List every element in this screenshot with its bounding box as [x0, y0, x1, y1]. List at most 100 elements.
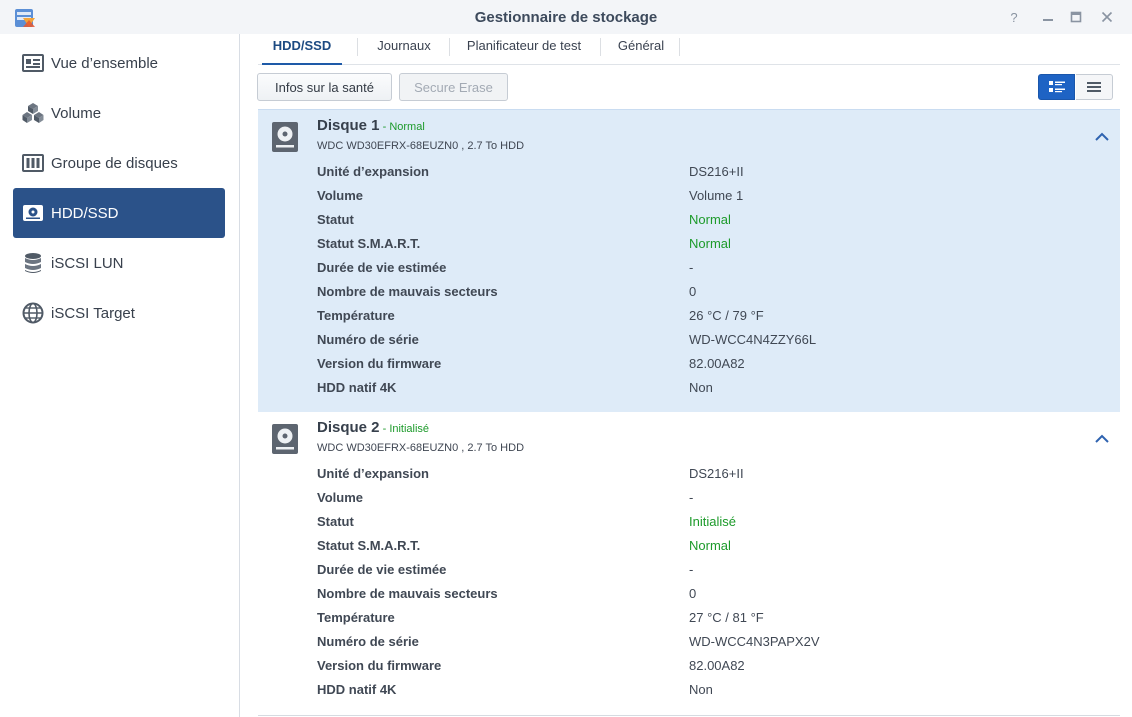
tab-separator	[357, 38, 358, 56]
tab-separator	[449, 38, 450, 56]
overview-icon	[21, 51, 45, 75]
sidebar-item-label: Vue d’ensemble	[51, 54, 159, 72]
maximize-icon[interactable]	[1068, 9, 1084, 25]
hard-disk-icon	[272, 122, 298, 152]
detail-row: Numéro de série WD-WCC4N3PAPX2V	[258, 630, 1120, 654]
detail-row: Numéro de série WD-WCC4N4ZZY66L	[258, 328, 1120, 352]
detail-value: Normal	[689, 236, 731, 251]
detail-value: -	[689, 562, 694, 577]
detail-list-icon	[1048, 81, 1065, 93]
detail-value: 0	[689, 284, 697, 299]
health-info-button[interactable]: Infos sur la santé	[257, 73, 392, 101]
detail-key: Numéro de série	[317, 332, 419, 347]
minimize-icon[interactable]	[1040, 9, 1056, 25]
detail-row: Version du firmware 82.00A82	[258, 654, 1120, 678]
secure-erase-button[interactable]: Secure Erase	[399, 73, 508, 101]
title-bar: Gestionnaire de stockage ?	[0, 0, 1132, 34]
disk-status: Normal	[389, 121, 425, 133]
hard-disk-icon	[272, 424, 298, 454]
disk-panel-1[interactable]: Disque 1 - Normal WDC WD30EFRX-68EUZN0 ,…	[258, 109, 1120, 412]
database-icon	[21, 251, 45, 275]
disk-status: Initialisé	[389, 423, 430, 435]
detail-value: Volume 1	[689, 188, 744, 203]
tab-separator	[679, 38, 680, 56]
detail-row: Version du firmware 82.00A82	[258, 352, 1120, 376]
detail-row: Statut Normal	[258, 208, 1120, 232]
disk-model: WDC WD30EFRX-68EUZN0 , 2.7 To HDD	[317, 442, 525, 454]
detail-row: Nombre de mauvais secteurs 0	[258, 280, 1120, 304]
detail-row: Unité d’expansion DS216+II	[258, 462, 1120, 486]
detail-key: Statut S.M.A.R.T.	[317, 538, 421, 553]
detail-value: DS216+II	[689, 164, 744, 179]
detail-value: -	[689, 260, 694, 275]
detail-value: Initialisé	[689, 514, 736, 529]
detail-value: WD-WCC4N4ZZY66L	[689, 332, 817, 347]
disk-status-separator: -	[379, 423, 390, 435]
tab-test-scheduler[interactable]: Planificateur de test	[456, 34, 592, 65]
collapse-chevron-up-icon[interactable]	[1094, 131, 1110, 143]
detail-value: DS216+II	[689, 466, 744, 481]
list-icon	[1087, 82, 1101, 92]
sidebar-item-iscsi-lun[interactable]: iSCSI LUN	[13, 238, 225, 288]
sidebar-item-disk-group[interactable]: Groupe de disques	[13, 138, 225, 188]
panel-divider	[258, 715, 1120, 716]
detail-row: Nombre de mauvais secteurs 0	[258, 582, 1120, 606]
close-icon[interactable]	[1099, 9, 1115, 25]
detail-value: 82.00A82	[689, 658, 745, 673]
tab-hdd-ssd[interactable]: HDD/SSD	[262, 34, 342, 65]
detail-value: 26 °C / 79 °F	[689, 308, 764, 323]
detail-row: Volume -	[258, 486, 1120, 510]
hdd-icon	[21, 201, 45, 225]
sidebar-item-volume[interactable]: Volume	[13, 88, 225, 138]
detail-key: Volume	[317, 490, 363, 505]
detail-value: 82.00A82	[689, 356, 745, 371]
detail-row: Statut S.M.A.R.T. Normal	[258, 232, 1120, 256]
sidebar-item-label: Volume	[51, 104, 102, 122]
disk-title: Disque 2 - Initialisé	[317, 419, 429, 436]
list-view-button[interactable]	[1076, 74, 1113, 100]
disk-model: WDC WD30EFRX-68EUZN0 , 2.7 To HDD	[317, 140, 525, 152]
detail-value: Normal	[689, 212, 731, 227]
sidebar-item-iscsi-target[interactable]: iSCSI Target	[13, 288, 225, 338]
detail-row: Durée de vie estimée -	[258, 256, 1120, 280]
sidebar-item-hdd-ssd[interactable]: HDD/SSD	[13, 188, 225, 238]
detail-value: -	[689, 490, 694, 505]
sidebar-item-label: HDD/SSD	[51, 204, 119, 222]
tab-general[interactable]: Général	[609, 34, 673, 65]
detail-key: Numéro de série	[317, 634, 419, 649]
detail-value: WD-WCC4N3PAPX2V	[689, 634, 820, 649]
collapse-chevron-up-icon[interactable]	[1094, 433, 1110, 445]
disk-panel-2[interactable]: Disque 2 - Initialisé WDC WD30EFRX-68EUZ…	[258, 412, 1120, 715]
sidebar-item-label: Groupe de disques	[51, 154, 178, 172]
globe-icon	[21, 301, 45, 325]
disk-group-icon	[21, 151, 45, 175]
volume-cubes-icon	[21, 101, 45, 125]
detail-row: Statut Initialisé	[258, 510, 1120, 534]
detail-row: Durée de vie estimée -	[258, 558, 1120, 582]
sidebar-item-overview[interactable]: Vue d’ensemble	[13, 38, 225, 88]
detail-value: Non	[689, 380, 713, 395]
detail-row: Unité d’expansion DS216+II	[258, 160, 1120, 184]
detail-key: Version du firmware	[317, 356, 442, 371]
detail-key: Version du firmware	[317, 658, 442, 673]
sidebar-item-label: iSCSI Target	[51, 304, 135, 322]
window-title: Gestionnaire de stockage	[474, 9, 658, 26]
detail-row: Volume Volume 1	[258, 184, 1120, 208]
disk-status-separator: -	[379, 121, 390, 133]
disk-title: Disque 1 - Normal	[317, 117, 425, 134]
detail-key: Nombre de mauvais secteurs	[317, 284, 498, 299]
sidebar: Vue d’ensemble Volume Groupe de disques …	[0, 34, 240, 717]
detail-value: 0	[689, 586, 697, 601]
detail-key: Statut	[317, 212, 354, 227]
help-icon[interactable]: ?	[1006, 9, 1022, 25]
detail-key: Nombre de mauvais secteurs	[317, 586, 498, 601]
detail-key: Température	[317, 308, 395, 323]
detail-key: Unité d’expansion	[317, 466, 429, 481]
card-view-button[interactable]	[1038, 74, 1075, 100]
tab-journaux[interactable]: Journaux	[366, 34, 442, 65]
tab-bar: HDD/SSD Journaux Planificateur de test G…	[258, 34, 1120, 65]
detail-row: HDD natif 4K Non	[258, 678, 1120, 702]
sidebar-item-label: iSCSI LUN	[51, 254, 124, 272]
detail-key: Unité d’expansion	[317, 164, 429, 179]
detail-row: Température 27 °C / 81 °F	[258, 606, 1120, 630]
